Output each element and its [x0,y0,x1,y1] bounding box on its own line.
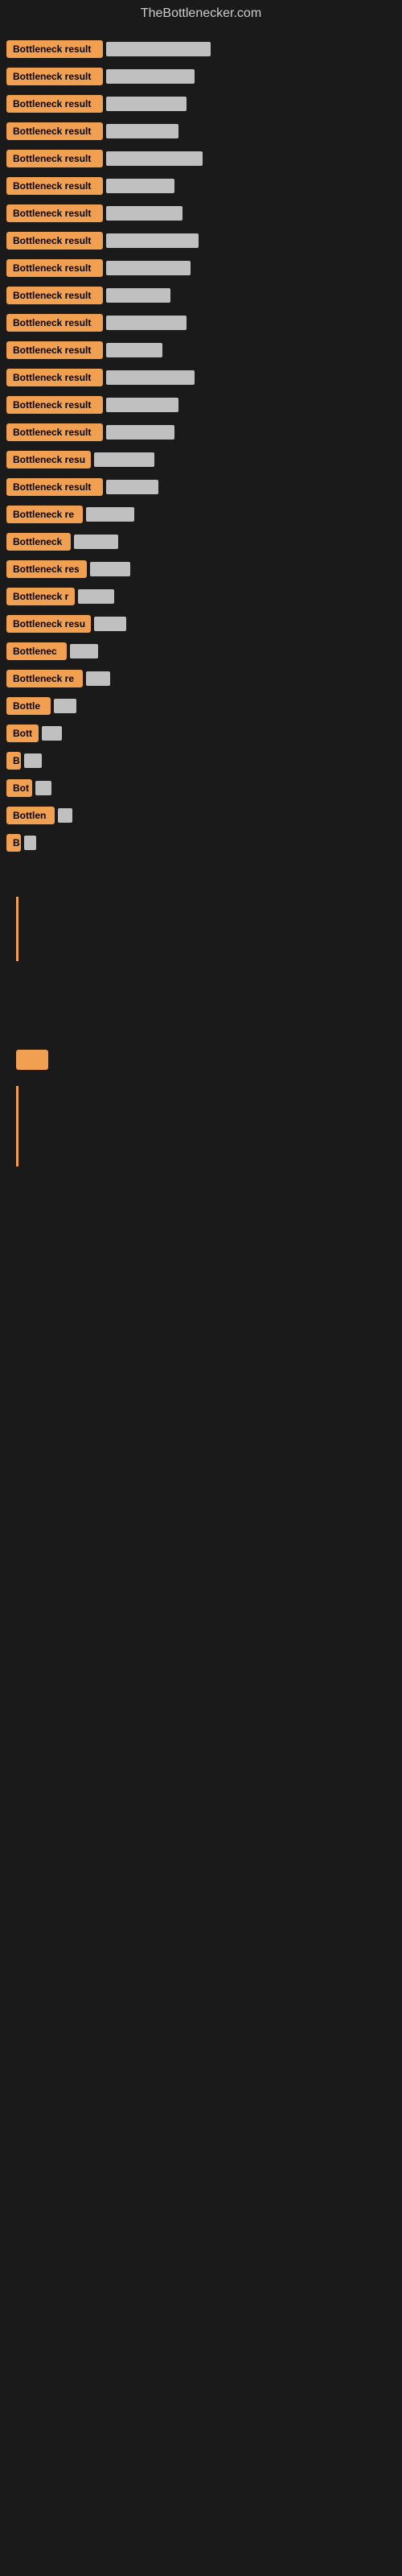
result-bar [106,42,211,56]
results-container: Bottleneck result Bottleneck result Bottle… [0,27,402,865]
bottleneck-badge: Bottleneck result [6,68,103,85]
result-row: Bottleneck result [0,254,402,282]
bottleneck-badge: Bottleneck res [6,560,87,578]
result-row: Bottlenec [0,638,402,665]
bottleneck-badge: Bottleneck result [6,259,103,277]
result-row: Bottleneck result [0,145,402,172]
result-bar [106,97,187,111]
result-row: Bott [0,720,402,747]
result-bar [86,507,134,522]
result-row: Bottleneck r [0,583,402,610]
bottleneck-badge: B [6,752,21,770]
bottleneck-badge: Bottleneck result [6,150,103,167]
result-row: Bottleneck re [0,501,402,528]
bottleneck-badge: Bottleneck result [6,204,103,222]
bottleneck-badge: Bottleneck result [6,287,103,304]
result-row: Bottleneck result [0,364,402,391]
result-bar [94,617,126,631]
bottleneck-badge: Bottleneck resu [6,615,91,633]
result-row: Bottleneck result [0,473,402,501]
bottleneck-badge: Bottleneck [6,533,71,551]
result-row: Bottleneck result [0,63,402,90]
result-row: Bottleneck result [0,419,402,446]
bottleneck-badge: Bottleneck re [6,670,83,687]
result-bar [58,808,72,823]
result-bar [106,288,170,303]
bottleneck-badge: Bottleneck result [6,177,103,195]
result-bar [106,398,178,412]
result-row: Bottleneck result [0,200,402,227]
result-row: B [0,829,402,857]
bottleneck-badge: Bottle [6,697,51,715]
vertical-bar-1 [16,897,18,961]
result-row: Bottle [0,692,402,720]
result-bar [78,589,114,604]
result-bar [42,726,62,741]
result-bar [24,836,36,850]
result-bar [106,480,158,494]
result-row: Bottleneck result [0,118,402,145]
bottleneck-badge: Bot [6,779,32,797]
result-row: Bottleneck resu [0,610,402,638]
result-bar [35,781,51,795]
result-row: Bot [0,774,402,802]
result-row: Bottleneck result [0,35,402,63]
bottleneck-badge: Bottleneck result [6,95,103,113]
result-row: Bottleneck re [0,665,402,692]
vertical-bar-2 [16,1086,18,1166]
bottleneck-badge: Bottleneck result [6,232,103,250]
result-bar [106,261,191,275]
bottleneck-badge: Bottleneck result [6,369,103,386]
small-badge-1 [16,1050,48,1070]
result-bar [106,425,174,440]
bottleneck-badge: Bottlenec [6,642,67,660]
result-row: Bottleneck result [0,282,402,309]
result-row: Bottleneck result [0,172,402,200]
result-row: Bottleneck resu [0,446,402,473]
result-bar [74,535,118,549]
bottleneck-badge: Bottleneck result [6,423,103,441]
result-bar [106,69,195,84]
bottleneck-badge: Bottleneck resu [6,451,91,469]
result-bar [106,124,178,138]
result-bar [106,151,203,166]
result-bar [106,179,174,193]
result-row: Bottleneck [0,528,402,555]
result-bar [94,452,154,467]
result-row: Bottleneck result [0,227,402,254]
result-row: Bottleneck result [0,90,402,118]
result-bar [24,753,42,768]
bottleneck-badge: Bottlen [6,807,55,824]
result-bar [70,644,98,658]
result-bar [106,233,199,248]
bottleneck-badge: Bottleneck result [6,122,103,140]
result-row: Bottleneck result [0,391,402,419]
result-row: Bottleneck res [0,555,402,583]
result-row: Bottleneck result [0,336,402,364]
result-bar [90,562,130,576]
result-bar [106,370,195,385]
result-row: Bottlen [0,802,402,829]
bottleneck-badge: Bottleneck result [6,314,103,332]
result-bar [106,206,183,221]
result-bar [86,671,110,686]
site-title: TheBottlenecker.com [0,0,402,27]
result-bar [106,343,162,357]
result-row: Bottleneck result [0,309,402,336]
result-row: B [0,747,402,774]
bottleneck-badge: Bottleneck re [6,506,83,523]
bottleneck-badge: Bottleneck result [6,478,103,496]
bottleneck-badge: Bottleneck result [6,341,103,359]
bottleneck-badge: Bott [6,724,39,742]
bottleneck-badge: B [6,834,21,852]
result-bar [54,699,76,713]
bottleneck-badge: Bottleneck r [6,588,75,605]
bottleneck-badge: Bottleneck result [6,396,103,414]
result-bar [106,316,187,330]
bottleneck-badge: Bottleneck result [6,40,103,58]
